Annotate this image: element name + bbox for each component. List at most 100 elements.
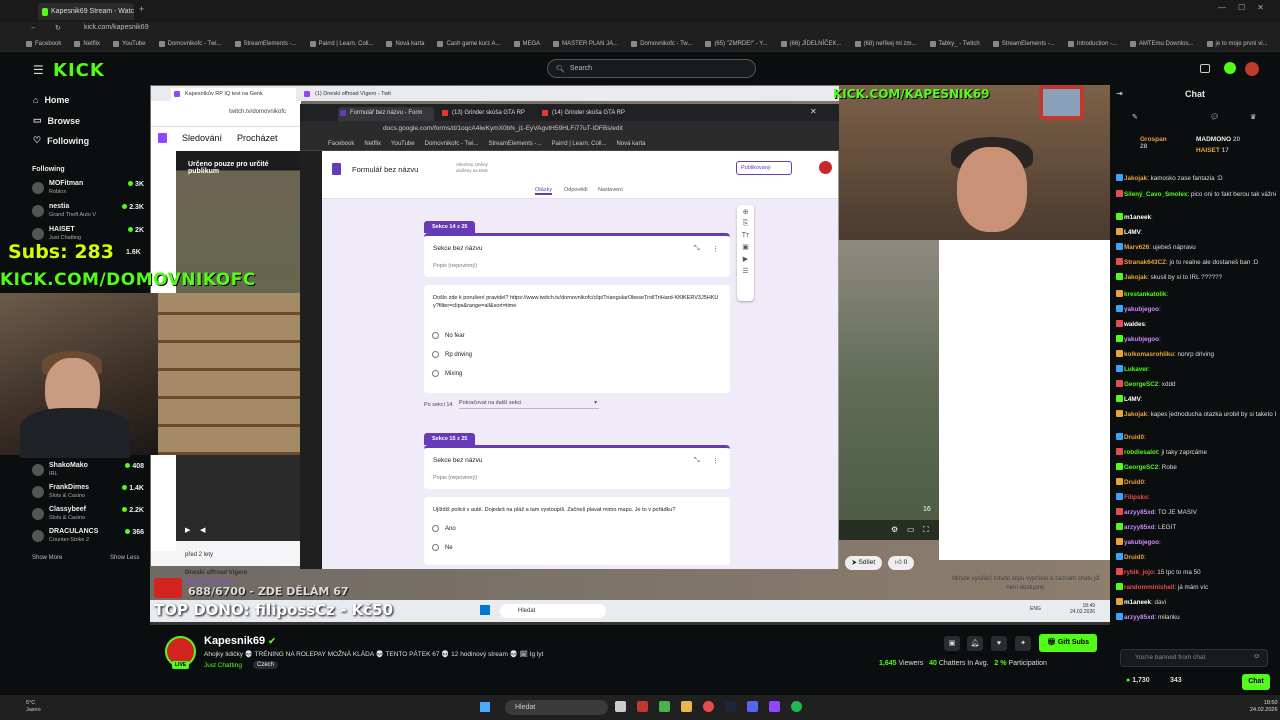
chat-username[interactable]: kolkomasrohliku [1124, 351, 1174, 358]
image-icon[interactable]: ▣ [742, 243, 749, 251]
bookmark-item[interactable]: Pairrd | Learn. Coll... [552, 141, 607, 147]
bookmark-item[interactable]: Domovnikofc - Tw... [631, 40, 692, 47]
app-icon[interactable] [769, 701, 780, 712]
chat-username[interactable]: GeorgeSC2 [1124, 381, 1158, 388]
chat-username[interactable]: Jakojak [1124, 411, 1147, 418]
avatar[interactable] [1245, 62, 1259, 76]
bookmark-item[interactable]: Introduction -... [1067, 40, 1117, 47]
after-section-select[interactable]: Pokračovat na další sekci ▾ [459, 400, 599, 409]
trophy-icon[interactable]: ♛ [1250, 113, 1256, 121]
bookmark-item[interactable]: Nová karta [616, 141, 645, 147]
browser-tab[interactable]: (13) Grinder skúša GTA RP [440, 107, 535, 121]
bell-icon[interactable]: 🔔︎ [967, 636, 983, 651]
following-item[interactable]: nestia Grand Theft Auto V 2.3K [32, 203, 144, 221]
browser-tab[interactable]: Formulář bez názvu - Form [338, 107, 434, 121]
app-icon[interactable] [659, 701, 670, 712]
bookmark-item[interactable]: MEGA [513, 40, 540, 47]
play-icon[interactable]: ▶ [185, 526, 190, 534]
nav-browse[interactable]: ▭ Browse [33, 115, 80, 126]
chat-username[interactable]: Lukaver [1124, 366, 1148, 373]
chat-username[interactable]: Druid0 [1124, 554, 1144, 561]
bookmark-item[interactable]: (66) JÍDELNÍČEK... [780, 40, 842, 47]
question-text[interactable]: Došlo zde k porušení pravidel? https://w… [433, 294, 721, 310]
section-description[interactable]: Popis (nepovinný) [433, 475, 477, 481]
bookmark-item[interactable]: Cash game kurz A... [437, 40, 501, 47]
question-text[interactable]: Ujíždíš policii v autě. Dojedeš na pláž … [433, 507, 723, 513]
browser-tab[interactable]: Kapesníkův RP IQ test na Genk [171, 88, 296, 101]
back-icon[interactable]: ← [30, 24, 37, 31]
stream-category[interactable]: Just Chatting [204, 662, 242, 669]
bookmark-item[interactable]: StreamElements -... [234, 40, 297, 47]
kick-points[interactable]: ● 1,730 [1126, 677, 1150, 684]
question-card[interactable]: Ujíždíš policii v autě. Dojedeš na pláž … [424, 497, 730, 565]
weather-widget[interactable]: 5°C Jasno [26, 700, 41, 714]
bookmark-item[interactable]: Facebook [328, 141, 354, 147]
section-card[interactable]: Sekce bez názvu Popis (nepovinný) ⤡ ⋮ [424, 445, 730, 489]
chat-username[interactable]: arzyy85xd [1124, 614, 1154, 621]
chat-username[interactable]: GeorgeSC2 [1124, 464, 1158, 471]
radio-option[interactable]: Ne [432, 544, 453, 551]
bookmark-item[interactable]: Facebook [26, 40, 61, 47]
chat-username[interactable]: krestankatolik [1124, 291, 1166, 298]
chat-username[interactable]: Jakojak [1124, 175, 1147, 182]
bookmark-item[interactable]: MASTER PLAN JA... [553, 40, 618, 47]
avatar[interactable] [819, 161, 832, 174]
volume-icon[interactable]: ◀ [200, 526, 205, 534]
app-icon[interactable] [637, 701, 648, 712]
bookmark-item[interactable]: Domovnikofc - Twi... [425, 141, 479, 147]
video-icon[interactable]: ▶ [743, 255, 748, 263]
add-question-icon[interactable]: ⊕ [743, 208, 749, 216]
chat-username[interactable]: yakubjegoo [1124, 539, 1159, 546]
bookmark-item[interactable]: Tabky_ - Twitch [929, 40, 980, 47]
section-icon[interactable]: ☰ [742, 267, 748, 275]
nav-home[interactable]: ⌂ Home [33, 95, 69, 105]
chat-username[interactable]: arzyy85xd [1124, 509, 1154, 516]
chat-username[interactable]: Filipsko [1124, 494, 1148, 501]
file-explorer-icon[interactable] [681, 701, 692, 712]
section-card[interactable]: Sekce bez názvu Popis (nepovinný) ⤡ ⋮ [424, 233, 730, 277]
heart-icon[interactable]: ♥ [991, 636, 1007, 651]
chat-settings-icon[interactable]: 💬︎ [1210, 113, 1219, 121]
wallet-icon[interactable] [1200, 64, 1210, 73]
more-icon[interactable]: ⋮ [712, 245, 719, 253]
chat-username[interactable]: rybik_jojo [1124, 569, 1154, 576]
emote-icon[interactable]: ☺ [1253, 653, 1260, 660]
theater-icon[interactable]: ▭ [907, 525, 915, 534]
chat-username[interactable]: Jakojak [1124, 274, 1147, 281]
kick-coins[interactable]: 343 [1170, 677, 1182, 684]
bookmark-item[interactable]: Pairrd | Learn. Coll... [309, 40, 373, 47]
tab-questions[interactable]: Otázky [535, 187, 553, 195]
bookmark-item[interactable]: (68) neříkej mi zm... [854, 40, 917, 47]
chat-username[interactable]: robdiesalot [1124, 449, 1158, 456]
spotify-icon[interactable] [791, 701, 802, 712]
close-icon[interactable]: ✕ [1257, 3, 1264, 12]
collapse-icon[interactable]: ⤡ [694, 457, 700, 465]
discord-icon[interactable] [747, 701, 758, 712]
clock[interactable]: 18:50 24.02.2026 [1250, 700, 1278, 714]
chat-username[interactable]: m1aneek [1124, 599, 1151, 606]
fullscreen-icon[interactable]: ⛶ [923, 525, 929, 535]
opera-icon[interactable] [703, 701, 714, 712]
radio-option[interactable]: Mixing [432, 370, 462, 377]
chat-username[interactable]: m1aneek [1124, 214, 1151, 221]
following-item[interactable]: ShakoMako IRL 408 [32, 462, 144, 480]
publish-button[interactable]: Publikovaný [736, 161, 792, 175]
following-item[interactable]: DRACULANCS Counter-Strike 2 366 [32, 528, 144, 546]
browser-tab[interactable]: (1) Dneski offroad Vígero - Twit [301, 88, 431, 101]
chat-username[interactable]: L4MV [1124, 229, 1141, 236]
show-more-button[interactable]: Show More [32, 555, 62, 561]
stream-language-tag[interactable]: Czech [253, 661, 279, 669]
reload-icon[interactable]: ↻ [55, 24, 61, 32]
doc-title[interactable]: Formulář bez názvu [352, 165, 418, 174]
following-item[interactable]: FrankDimes Slots & Casino 1.4K [32, 484, 144, 502]
radio-option[interactable]: Rp driving [432, 351, 472, 358]
task-view-icon[interactable] [615, 701, 626, 712]
chat-username[interactable]: Druid0 [1124, 479, 1144, 486]
bookmark-item[interactable]: StreamElements -... [489, 141, 542, 147]
following-item[interactable]: MOFitman Roblox 3K [32, 180, 144, 198]
bookmark-item[interactable]: Nová karta [386, 40, 424, 47]
chat-username[interactable]: arzyy85xd [1124, 524, 1154, 531]
settings-icon[interactable]: ⚙ [891, 525, 898, 534]
address-bar[interactable]: ← ↻ kick.com/kapesnik69 [0, 22, 1280, 36]
collapse-chat-icon[interactable]: ⇥ [1116, 89, 1123, 98]
